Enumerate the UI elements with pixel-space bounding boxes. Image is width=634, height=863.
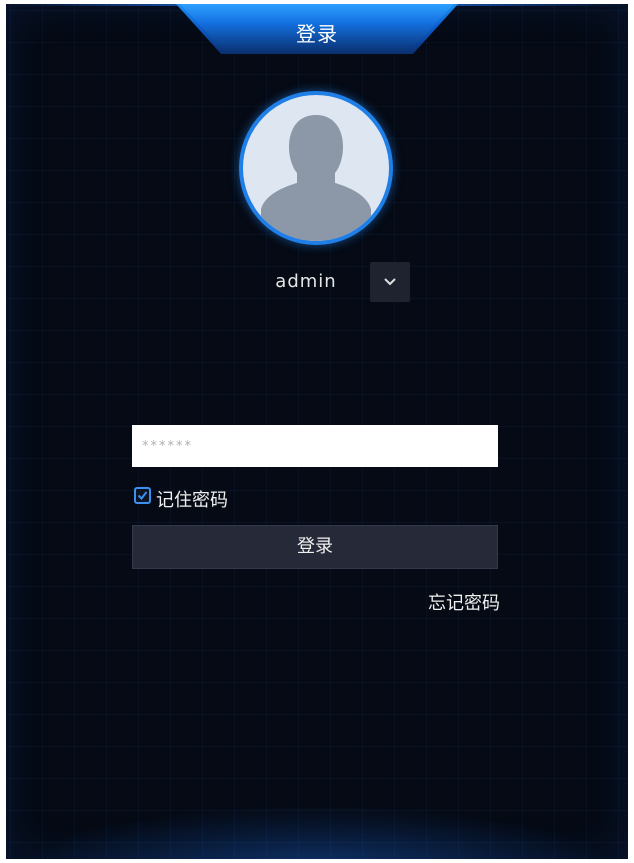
remember-password-checkbox[interactable]	[134, 487, 151, 504]
forgot-password-link[interactable]: 忘记密码	[428, 589, 500, 615]
checkmark-icon	[137, 491, 148, 501]
login-panel: 登录 admin 记住密码 登录 忘记密码	[6, 4, 628, 859]
avatar	[239, 91, 393, 245]
user-avatar-icon	[261, 115, 371, 241]
page-title: 登录	[296, 22, 338, 46]
user-dropdown-button[interactable]	[370, 262, 410, 302]
chevron-down-icon	[384, 278, 396, 286]
username-label: admin	[275, 271, 337, 292]
login-button[interactable]: 登录	[132, 525, 498, 569]
remember-password-label: 记住密码	[156, 490, 228, 511]
password-input[interactable]	[132, 425, 498, 467]
